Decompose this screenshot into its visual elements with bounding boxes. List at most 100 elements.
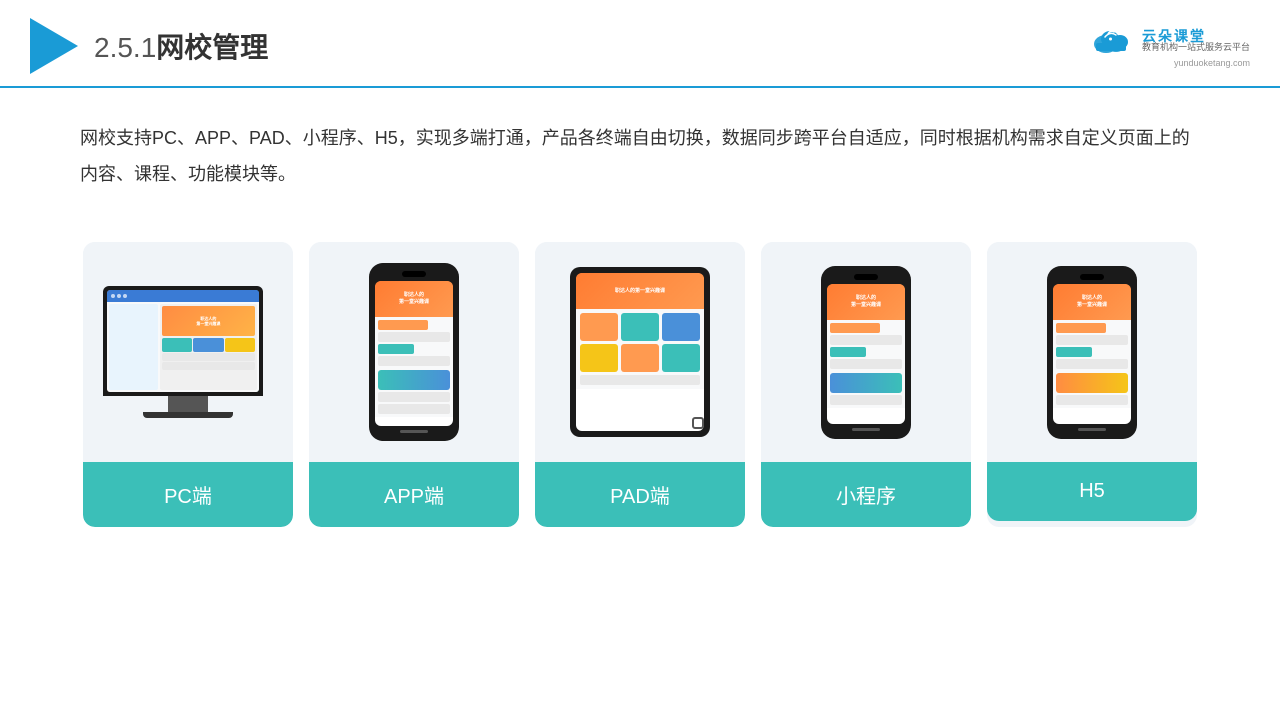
pc-dot-3 xyxy=(123,294,127,298)
h5-phone-illustration: 职达人的第一堂兴趣课 xyxy=(1047,266,1137,439)
phone-row-3-app xyxy=(378,392,450,402)
app-label: APP端 xyxy=(309,462,519,527)
pc-row-1 xyxy=(162,353,255,361)
pc-dot-1 xyxy=(111,294,115,298)
pad-screen: 职达人的第一堂兴趣课 xyxy=(576,273,704,431)
card-h5: 职达人的第一堂兴趣课 H5 xyxy=(987,242,1197,527)
pc-dot-2 xyxy=(117,294,121,298)
phone-row-orange-mini xyxy=(830,323,880,333)
phone-screen-h5: 职达人的第一堂兴趣课 xyxy=(1053,284,1131,424)
pad-item-2 xyxy=(621,313,659,341)
phone-body-h5 xyxy=(1053,320,1131,408)
card-pc: 职达人的第一堂兴趣课 xyxy=(83,242,293,527)
pc-image-area: 职达人的第一堂兴趣课 xyxy=(83,242,293,462)
phone-cta-mini xyxy=(830,373,902,393)
phone-outer-app: 职达人的第一堂兴趣课 xyxy=(369,263,459,441)
page-title: 2.5.1网校管理 xyxy=(94,26,268,66)
brand-text-group: 云朵课堂 教育机构一站式服务云平台 xyxy=(1142,29,1250,52)
miniapp-phone-illustration: 职达人的第一堂兴趣课 xyxy=(821,266,911,439)
phone-cta-h5 xyxy=(1056,373,1128,393)
phone-outer-miniapp: 职达人的第一堂兴趣课 xyxy=(821,266,911,439)
phone-home-bar-app xyxy=(400,430,428,433)
pc-icon-3 xyxy=(225,338,255,352)
phone-home-bar-h5 xyxy=(1078,428,1106,431)
app-image-area: 职达人的第一堂兴趣课 xyxy=(309,242,519,462)
pc-sidebar-sim xyxy=(109,304,158,390)
phone-row-teal-mini xyxy=(830,347,866,357)
pc-icon-1 xyxy=(162,338,192,352)
description-text: 网校支持PC、APP、PAD、小程序、H5，实现多端打通，产品各终端自由切换，数… xyxy=(0,88,1280,212)
phone-outer-h5: 职达人的第一堂兴趣课 xyxy=(1047,266,1137,439)
miniapp-label: 小程序 xyxy=(761,462,971,527)
pc-icons-row xyxy=(162,338,255,352)
phone-row-teal-app xyxy=(378,344,414,354)
pc-label: PC端 xyxy=(83,462,293,527)
phone-row-1-app xyxy=(378,332,450,342)
phone-row-teal-h5 xyxy=(1056,347,1092,357)
pad-item-5 xyxy=(621,344,659,372)
pad-header-text: 职达人的第一堂兴趣课 xyxy=(615,288,665,295)
pad-header: 职达人的第一堂兴趣课 xyxy=(576,273,704,309)
brand-url: yunduoketang.com xyxy=(1174,58,1250,68)
phone-row-4-app xyxy=(378,404,450,414)
phone-row-3-mini xyxy=(830,395,902,405)
description-paragraph: 网校支持PC、APP、PAD、小程序、H5，实现多端打通，产品各终端自由切换，数… xyxy=(80,120,1200,192)
pad-home-button xyxy=(692,417,704,429)
brand-triangle-icon xyxy=(30,18,78,74)
phone-row-orange-app xyxy=(378,320,428,330)
h5-label: H5 xyxy=(987,462,1197,521)
cloud-icon xyxy=(1086,24,1136,56)
miniapp-image-area: 职达人的第一堂兴趣课 xyxy=(761,242,971,462)
phone-row-1-mini xyxy=(830,335,902,345)
header-left: 2.5.1网校管理 xyxy=(30,18,268,74)
page-header: 2.5.1网校管理 云朵课堂 教育机构一站式服务云平台 yunduoketang… xyxy=(0,0,1280,88)
phone-row-3-h5 xyxy=(1056,395,1128,405)
phone-text-h5: 职达人的第一堂兴趣课 xyxy=(1077,295,1107,309)
phone-cta-app xyxy=(378,370,450,390)
pad-item-1 xyxy=(580,313,618,341)
phone-row-1-h5 xyxy=(1056,335,1128,345)
brand-tagline: 教育机构一站式服务云平台 xyxy=(1142,43,1250,52)
app-phone-illustration: 职达人的第一堂兴趣课 xyxy=(369,263,459,441)
phone-header-h5: 职达人的第一堂兴趣课 xyxy=(1053,284,1131,320)
h5-image-area: 职达人的第一堂兴趣课 xyxy=(987,242,1197,462)
phone-text-miniapp: 职达人的第一堂兴趣课 xyxy=(851,295,881,309)
pc-main-sim: 职达人的第一堂兴趣课 xyxy=(160,304,257,390)
card-pad: 职达人的第一堂兴趣课 xyxy=(535,242,745,527)
section-number: 2.5.1 xyxy=(94,32,156,63)
phone-text-app: 职达人的第一堂兴趣课 xyxy=(399,292,429,306)
pc-banner: 职达人的第一堂兴趣课 xyxy=(162,306,255,336)
pad-item-4 xyxy=(580,344,618,372)
phone-row-2-app xyxy=(378,356,450,366)
pc-base xyxy=(143,412,233,418)
pc-stand xyxy=(168,396,208,412)
phone-notch-miniapp xyxy=(854,274,878,280)
phone-header-app: 职达人的第一堂兴趣课 xyxy=(375,281,453,317)
phone-row-2-h5 xyxy=(1056,359,1128,369)
pad-image-area: 职达人的第一堂兴趣课 xyxy=(535,242,745,462)
device-cards-section: 职达人的第一堂兴趣课 xyxy=(0,212,1280,547)
phone-body-app xyxy=(375,317,453,417)
pad-item-6 xyxy=(662,344,700,372)
phone-screen-miniapp: 职达人的第一堂兴趣课 xyxy=(827,284,905,424)
logo-top-row: 云朵课堂 教育机构一站式服务云平台 xyxy=(1086,24,1250,56)
pad-outer: 职达人的第一堂兴趣课 xyxy=(570,267,710,437)
phone-screen-app: 职达人的第一堂兴趣课 xyxy=(375,281,453,426)
pc-icon-2 xyxy=(193,338,223,352)
pad-item-3 xyxy=(662,313,700,341)
pc-screen-content: 职达人的第一堂兴趣课 xyxy=(107,302,259,392)
phone-notch-h5 xyxy=(1080,274,1104,280)
pc-device-illustration: 职达人的第一堂兴趣课 xyxy=(103,286,273,418)
phone-row-2-mini xyxy=(830,359,902,369)
phone-row-orange-h5 xyxy=(1056,323,1106,333)
phone-body-miniapp xyxy=(827,320,905,408)
brand-logo: 云朵课堂 教育机构一站式服务云平台 yunduoketang.com xyxy=(1086,24,1250,68)
brand-name: 云朵课堂 xyxy=(1142,29,1250,43)
pad-label: PAD端 xyxy=(535,462,745,527)
title-text: 网校管理 xyxy=(156,32,268,63)
card-miniapp: 职达人的第一堂兴趣课 小程序 xyxy=(761,242,971,527)
pad-row-full xyxy=(580,375,700,385)
pc-screen: 职达人的第一堂兴趣课 xyxy=(107,290,259,392)
pc-row-2 xyxy=(162,362,255,370)
phone-notch-app xyxy=(402,271,426,277)
